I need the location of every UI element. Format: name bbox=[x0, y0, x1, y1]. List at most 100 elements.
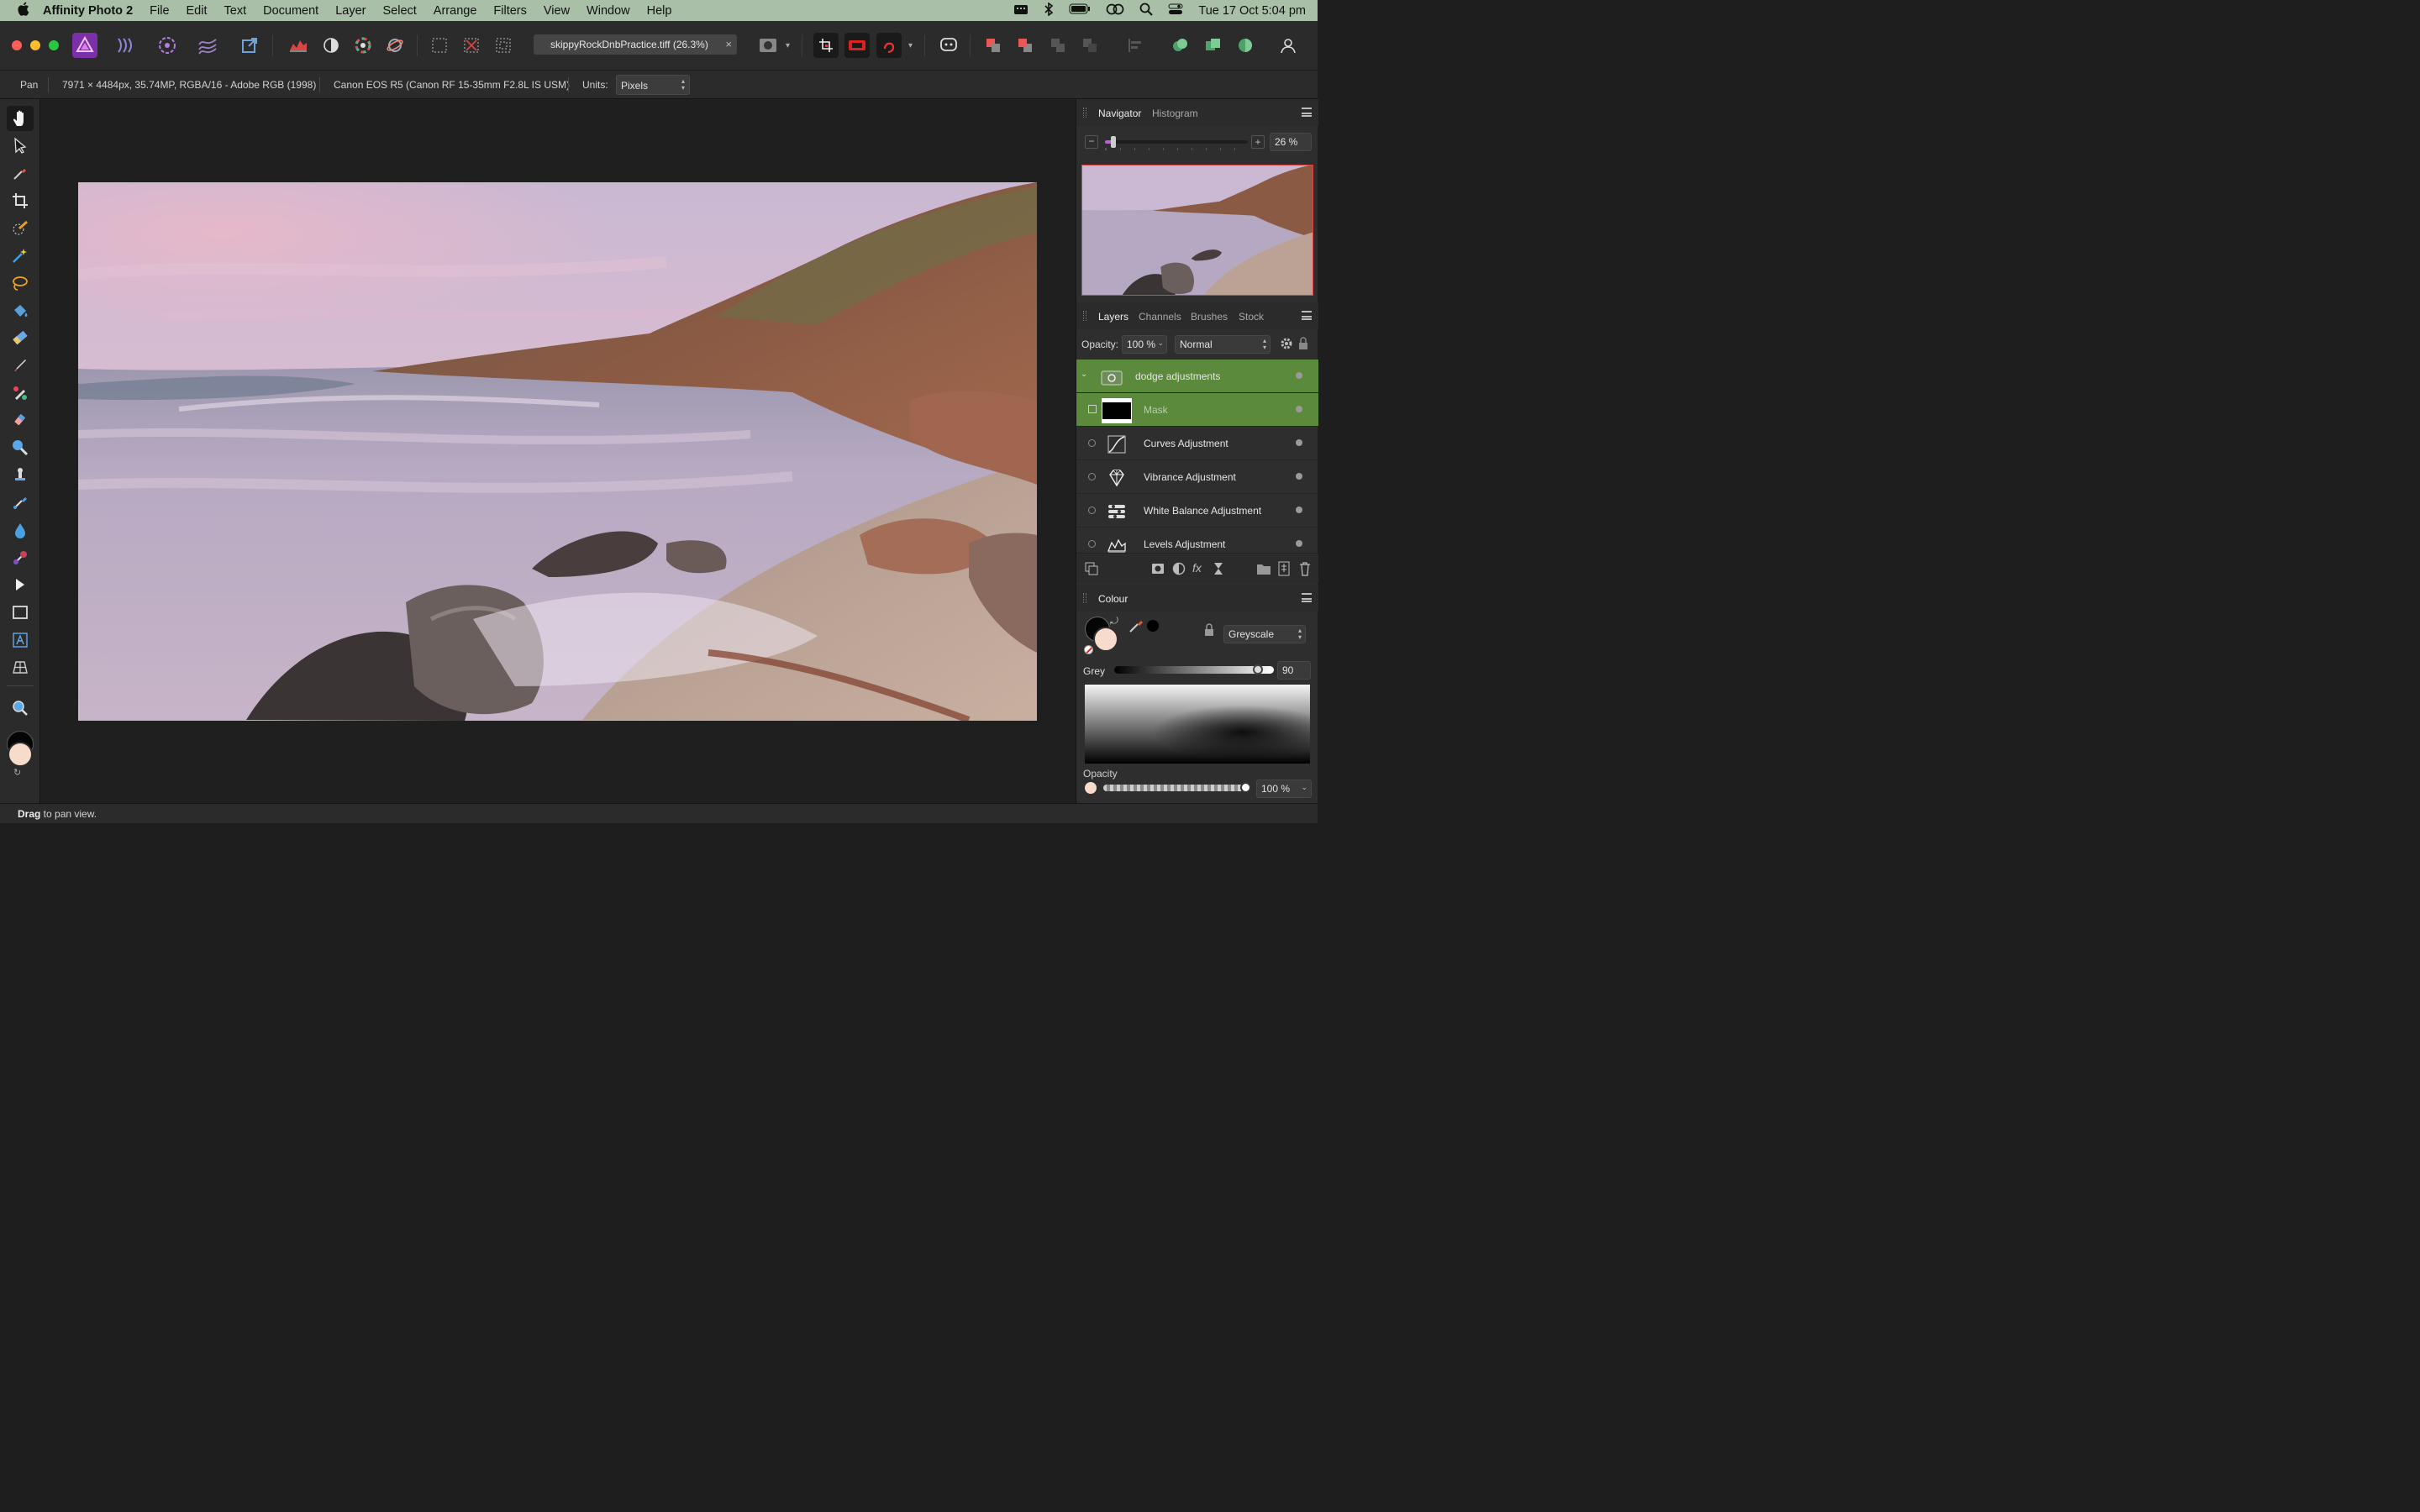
layer-visibility-toggle[interactable] bbox=[1296, 473, 1302, 480]
layer-visibility-toggle[interactable] bbox=[1296, 372, 1302, 379]
apple-icon[interactable] bbox=[17, 2, 29, 19]
layer-visibility-toggle[interactable] bbox=[1296, 439, 1302, 446]
auto-white-balance-icon[interactable] bbox=[382, 33, 408, 58]
spotlight-search-icon[interactable] bbox=[1139, 3, 1154, 19]
undo-redo-icon[interactable] bbox=[876, 33, 902, 58]
layer-visibility-toggle[interactable] bbox=[1296, 406, 1302, 412]
menu-arrange[interactable]: Arrange bbox=[434, 4, 477, 18]
document-close-icon[interactable]: × bbox=[725, 38, 732, 50]
chevron-down-icon[interactable]: ⌄ bbox=[1081, 370, 1087, 379]
colour-replacement-tool-icon[interactable] bbox=[7, 381, 34, 406]
blur-brush-tool-icon[interactable] bbox=[7, 517, 34, 543]
add-group-folder-icon[interactable] bbox=[1256, 562, 1271, 580]
assistant-toggle-icon[interactable] bbox=[844, 33, 870, 58]
colour-opacity-knob[interactable] bbox=[1240, 782, 1251, 793]
canvas-area[interactable] bbox=[40, 99, 1076, 803]
zoom-in-button[interactable]: + bbox=[1251, 135, 1265, 149]
tab-layers[interactable]: Layers bbox=[1098, 311, 1128, 323]
menu-help[interactable]: Help bbox=[647, 4, 672, 18]
boolean-subtract-icon[interactable] bbox=[1201, 33, 1226, 58]
dodge-brush-tool-icon[interactable] bbox=[7, 435, 34, 460]
hourglass-icon[interactable] bbox=[1213, 562, 1224, 580]
tab-channels[interactable]: Channels bbox=[1139, 311, 1181, 323]
window-close-button[interactable] bbox=[12, 40, 22, 50]
layer-select-checkbox[interactable] bbox=[1088, 540, 1096, 548]
red-eye-tool-icon[interactable] bbox=[7, 545, 34, 570]
blend-mode-select[interactable]: Normal ▴ ▾ bbox=[1175, 335, 1270, 354]
menubar-clock[interactable]: Tue 17 Oct 5:04 pm bbox=[1198, 4, 1306, 18]
none-colour-icon[interactable] bbox=[1084, 645, 1093, 654]
document-tab[interactable]: skippyRockDnbPractice.tiff (26.3%) × bbox=[534, 34, 737, 55]
flood-fill-tool-icon[interactable] bbox=[7, 298, 34, 323]
navigator-preview[interactable] bbox=[1081, 165, 1313, 296]
grey-field[interactable]: 90 bbox=[1277, 661, 1311, 680]
lock-icon[interactable] bbox=[1298, 337, 1308, 354]
mesh-warp-tool-icon[interactable] bbox=[7, 655, 34, 680]
panel-grip-icon[interactable] bbox=[1083, 311, 1086, 321]
erase-brush-tool-icon[interactable] bbox=[7, 408, 34, 433]
layer-row-group[interactable]: ⌄ dodge adjustments bbox=[1076, 360, 1318, 393]
live-filter-icon[interactable]: fx bbox=[1192, 561, 1202, 575]
layer-select-checkbox[interactable] bbox=[1088, 439, 1096, 447]
delete-layer-icon[interactable] bbox=[1299, 561, 1311, 580]
photo-persona-icon[interactable] bbox=[72, 33, 97, 58]
layer-row-vibrance[interactable]: Vibrance Adjustment bbox=[1076, 460, 1318, 494]
add-mask-icon[interactable] bbox=[1151, 562, 1165, 580]
colour-model-select[interactable]: Greyscale ▴ ▾ bbox=[1223, 625, 1306, 643]
rectangle-tool-icon[interactable] bbox=[7, 600, 34, 625]
document-image[interactable] bbox=[78, 182, 1037, 721]
swap-colours-icon[interactable]: ⤾ bbox=[1110, 615, 1118, 627]
tone-mapping-persona-icon[interactable] bbox=[195, 33, 220, 58]
zoom-slider[interactable] bbox=[1105, 136, 1248, 150]
colour-picker-icon[interactable] bbox=[1128, 618, 1144, 638]
tab-navigator[interactable]: Navigator bbox=[1098, 108, 1141, 119]
artistic-text-tool-icon[interactable] bbox=[7, 627, 34, 653]
tab-histogram[interactable]: Histogram bbox=[1152, 108, 1198, 119]
panel-menu-icon[interactable] bbox=[1302, 311, 1312, 320]
grey-slider[interactable] bbox=[1114, 664, 1274, 675]
account-icon[interactable] bbox=[1276, 33, 1301, 58]
view-tool-hand-icon[interactable] bbox=[7, 106, 34, 131]
selection-brush-tool-icon[interactable] bbox=[7, 216, 34, 241]
paint-brush-tool-icon[interactable] bbox=[7, 353, 34, 378]
menu-edit[interactable]: Edit bbox=[187, 4, 208, 18]
menu-document[interactable]: Document bbox=[263, 4, 318, 18]
deselect-icon[interactable] bbox=[459, 33, 484, 58]
liquify-persona-icon[interactable] bbox=[113, 33, 138, 58]
tab-brushes[interactable]: Brushes bbox=[1191, 311, 1228, 323]
layer-row-levels[interactable]: Levels Adjustment bbox=[1076, 528, 1318, 553]
layer-row-curves[interactable]: Curves Adjustment bbox=[1076, 427, 1318, 460]
menu-file[interactable]: File bbox=[150, 4, 169, 18]
colour-opacity-field[interactable]: 100 % ⌄ bbox=[1256, 780, 1312, 798]
units-select[interactable]: Pixels ▴ ▾ bbox=[616, 75, 690, 95]
grey-slider-knob[interactable] bbox=[1253, 664, 1263, 675]
auto-colour-icon[interactable] bbox=[350, 33, 376, 58]
control-centre-icon[interactable] bbox=[1168, 3, 1183, 18]
colour-picker-tool-icon[interactable] bbox=[7, 160, 34, 186]
quick-mask-dropdown-icon[interactable]: ▾ bbox=[786, 41, 790, 50]
panel-menu-icon[interactable] bbox=[1302, 593, 1312, 602]
boolean-add-icon[interactable] bbox=[1168, 33, 1193, 58]
adjustment-icon[interactable] bbox=[1172, 562, 1186, 580]
layer-row-white-balance[interactable]: White Balance Adjustment bbox=[1076, 494, 1318, 528]
panel-menu-icon[interactable] bbox=[1302, 108, 1312, 117]
freehand-selection-tool-icon[interactable] bbox=[7, 270, 34, 296]
layer-visibility-toggle[interactable] bbox=[1296, 507, 1302, 513]
crop-tool-icon[interactable] bbox=[7, 188, 34, 213]
bluetooth-icon[interactable] bbox=[1044, 1, 1054, 19]
arrange-front-icon[interactable] bbox=[1045, 33, 1071, 58]
zoom-tool-icon[interactable] bbox=[7, 696, 34, 721]
lock-icon[interactable] bbox=[1204, 623, 1214, 641]
tab-stock[interactable]: Stock bbox=[1239, 311, 1264, 323]
layer-row-mask[interactable]: Mask bbox=[1076, 393, 1318, 427]
gear-icon[interactable] bbox=[1280, 337, 1293, 354]
healing-brush-tool-icon[interactable] bbox=[7, 491, 34, 516]
arrange-forward-icon[interactable] bbox=[1013, 33, 1038, 58]
window-zoom-button[interactable] bbox=[49, 40, 59, 50]
layer-visibility-toggle[interactable] bbox=[1296, 540, 1302, 547]
colour-secondary-swatch[interactable] bbox=[1093, 627, 1118, 652]
colour-opacity-slider[interactable] bbox=[1103, 782, 1251, 793]
node-tool-icon[interactable] bbox=[7, 572, 34, 597]
panel-grip-icon[interactable] bbox=[1083, 593, 1086, 603]
assistant-manager-icon[interactable] bbox=[936, 33, 961, 58]
